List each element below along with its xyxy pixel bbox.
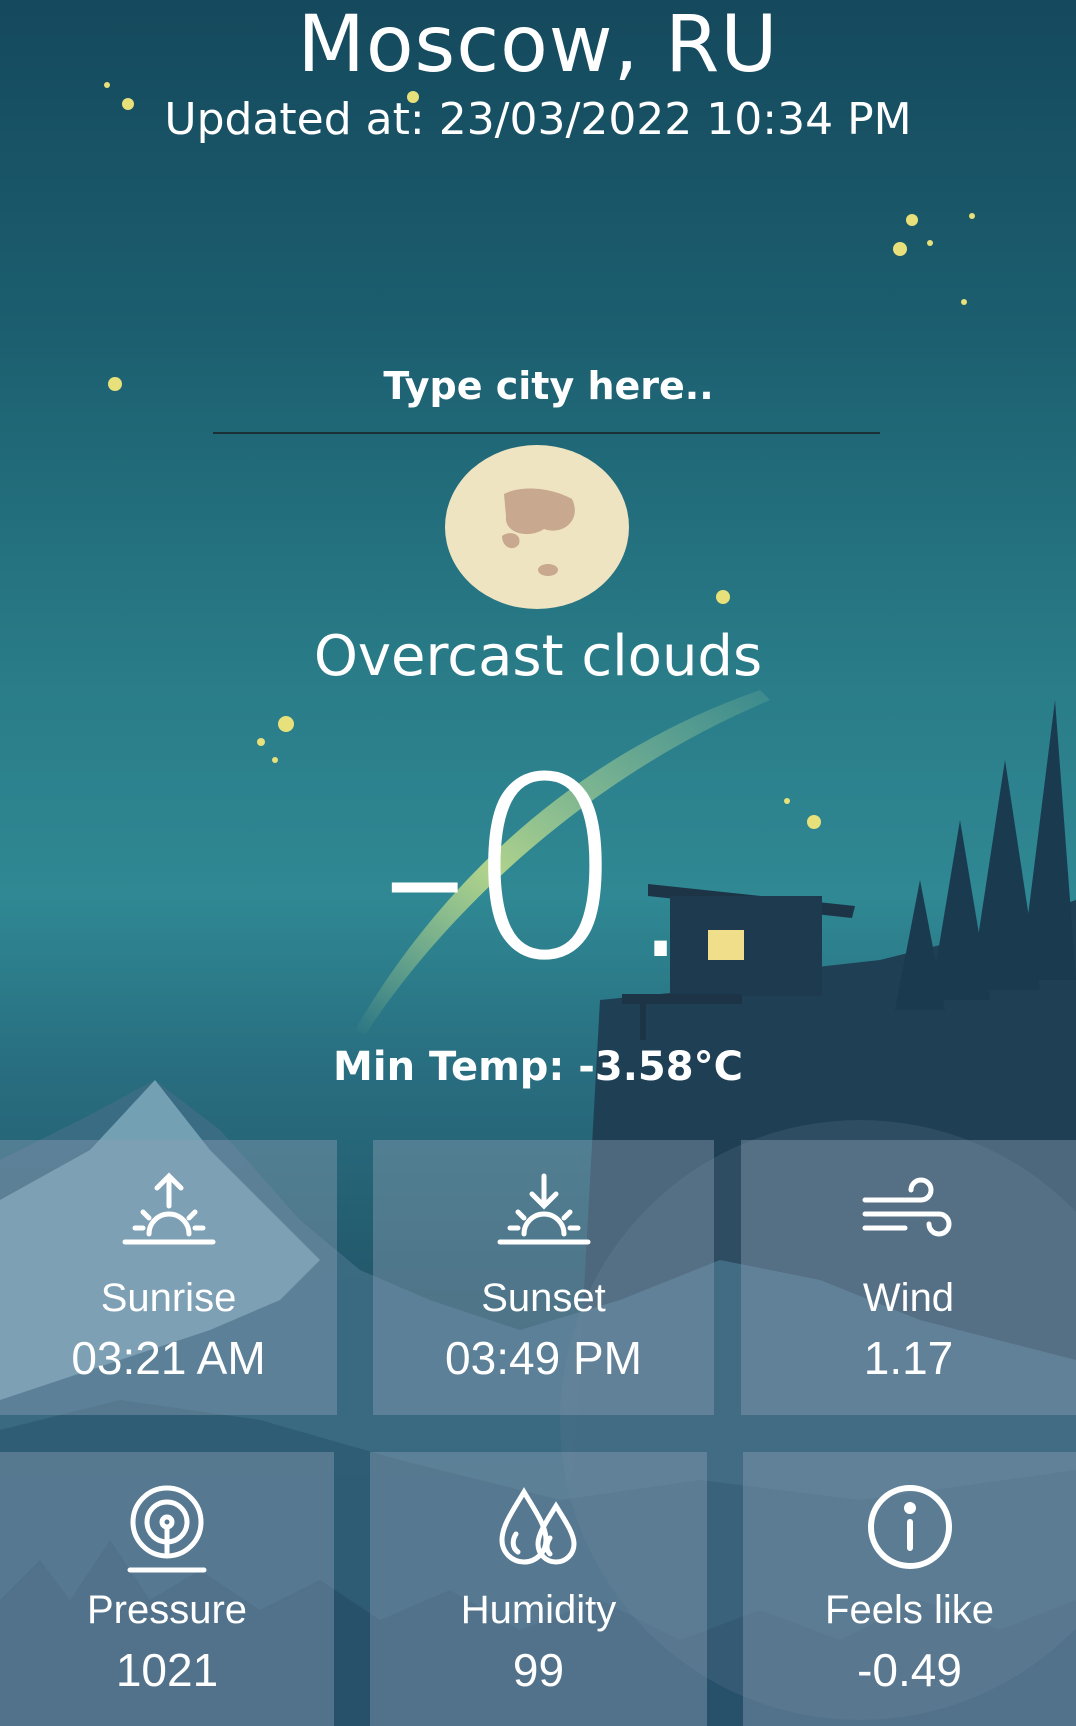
- wind-label: Wind: [862, 1276, 955, 1320]
- info-icon: [867, 1485, 952, 1569]
- feels-like-value: -0.49: [857, 1644, 962, 1696]
- city-search: [213, 350, 884, 434]
- feels-like-label: Feels like: [825, 1588, 994, 1632]
- sunrise-tile: Sunrise 03:21 AM: [0, 1140, 337, 1415]
- sunrise-icon: [122, 1172, 215, 1245]
- moon-icon: [445, 445, 629, 609]
- humidity-label: Humidity: [460, 1588, 617, 1632]
- pressure-icon: [127, 1485, 207, 1573]
- pressure-tile: Pressure 1021: [0, 1452, 334, 1726]
- sunset-icon: [497, 1173, 590, 1245]
- city-title: Moscow, RU: [297, 0, 779, 90]
- sunset-label: Sunset: [481, 1276, 606, 1320]
- feels-like-tile: Feels like -0.49: [743, 1452, 1076, 1726]
- humidity-icon: [498, 1487, 577, 1565]
- pressure-value: 1021: [115, 1644, 219, 1696]
- weather-description: Overcast clouds: [313, 624, 763, 689]
- min-temperature: Min Temp: -3.58°C: [333, 1044, 743, 1090]
- wind-value: 1.17: [863, 1332, 954, 1384]
- updated-timestamp: Updated at: 23/03/2022 10:34 PM: [164, 94, 912, 145]
- sunrise-label: Sunrise: [100, 1276, 237, 1320]
- sunrise-value: 03:21 AM: [71, 1332, 266, 1384]
- humidity-value: 99: [512, 1644, 565, 1696]
- wind-icon: [862, 1177, 951, 1237]
- city-search-input[interactable]: [213, 350, 884, 422]
- pressure-label: Pressure: [86, 1588, 248, 1632]
- sunset-tile: Sunset 03:49 PM: [373, 1140, 714, 1415]
- current-temperature: -0.: [379, 724, 701, 1015]
- sunset-value: 03:49 PM: [445, 1332, 642, 1384]
- wind-tile: Wind 1.17: [741, 1140, 1076, 1415]
- humidity-tile: Humidity 99: [370, 1452, 707, 1726]
